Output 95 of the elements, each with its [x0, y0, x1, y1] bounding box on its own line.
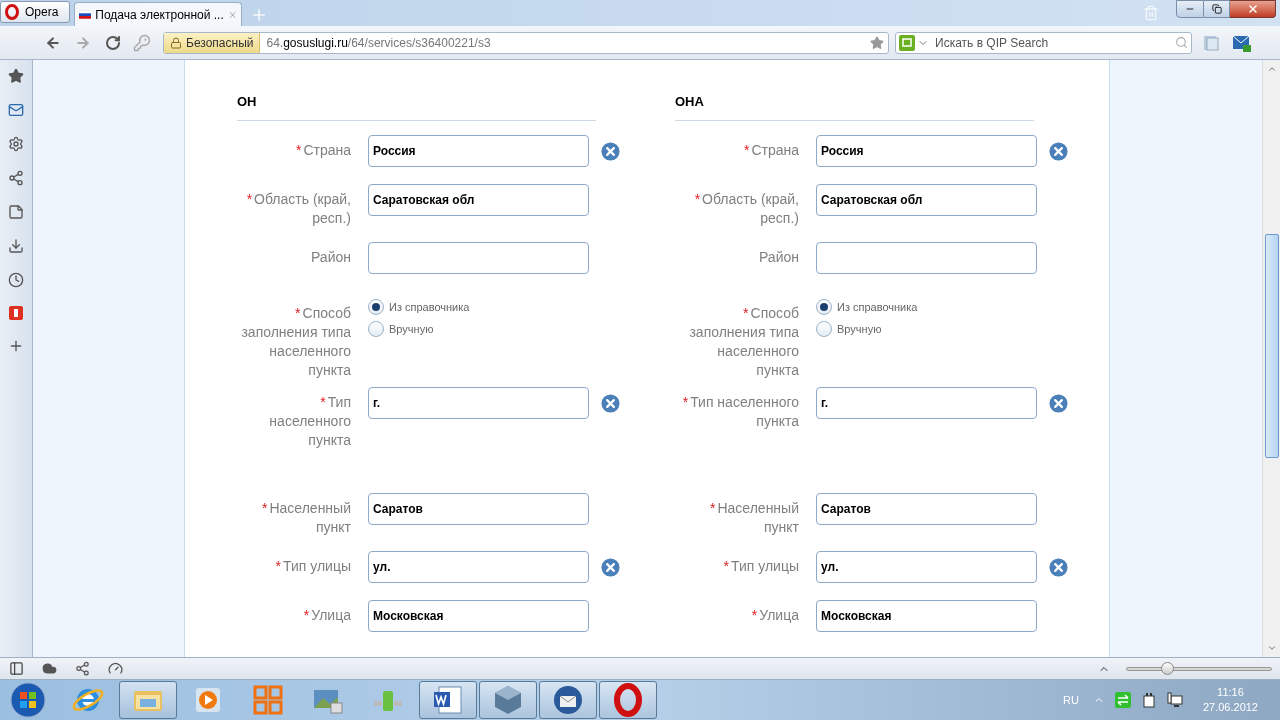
- input-field[interactable]: Россия: [368, 134, 589, 167]
- download-icon[interactable]: [8, 238, 24, 254]
- note-icon[interactable]: [8, 204, 24, 220]
- input-field[interactable]: Саратов: [368, 492, 589, 525]
- field-label: Район: [759, 247, 799, 267]
- input-field[interactable]: [816, 241, 1037, 274]
- input-field[interactable]: ул.: [368, 550, 589, 583]
- back-icon[interactable]: [45, 34, 61, 51]
- panel-toggle-icon[interactable]: [9, 661, 24, 676]
- clear-icon[interactable]: [601, 557, 620, 577]
- bookmark-star-icon[interactable]: [870, 35, 884, 50]
- input-field[interactable]: Саратовская обл: [368, 183, 589, 216]
- reload-icon[interactable]: [105, 34, 121, 51]
- clear-icon[interactable]: [1049, 557, 1068, 577]
- history-icon[interactable]: [8, 272, 24, 288]
- search-field[interactable]: Искать в QIP Search: [895, 31, 1192, 54]
- document-icon: [431, 683, 465, 717]
- network-icon[interactable]: [1114, 692, 1131, 708]
- close-button[interactable]: [1230, 0, 1276, 18]
- share-icon[interactable]: [75, 661, 90, 676]
- clear-icon[interactable]: [1049, 393, 1068, 413]
- add-icon[interactable]: [8, 338, 24, 354]
- clear-icon[interactable]: [601, 393, 620, 413]
- start-button[interactable]: [8, 681, 48, 719]
- gauge-icon[interactable]: [108, 661, 123, 676]
- mail-icon[interactable]: [8, 102, 24, 118]
- field-label: *Страна: [743, 140, 799, 160]
- flag-icon: [79, 9, 92, 20]
- office-icon: [251, 683, 285, 717]
- field-label: *Населенный пункт: [261, 498, 351, 537]
- field-label: *Населенный пункт: [709, 498, 799, 537]
- close-icon: [1246, 3, 1259, 15]
- field-label: *Область (край, респ.): [693, 189, 799, 228]
- input-field[interactable]: Московская: [368, 599, 589, 632]
- opera-icon: [611, 683, 645, 717]
- field-label: *Улица: [751, 605, 799, 625]
- mail-client-icon: [551, 683, 585, 717]
- browser-tab[interactable]: Подача электронной ...: [74, 2, 242, 26]
- input-field[interactable]: Московская: [816, 599, 1037, 632]
- search-engine-icon: [899, 34, 915, 51]
- radio-option[interactable]: Из справочника: [368, 298, 470, 315]
- field-label: *Область (край, респ.): [245, 189, 351, 228]
- column-heading: ОНА: [675, 92, 1034, 121]
- field-label: *Способ заполнения типа населенного пункта: [688, 303, 799, 380]
- field-label: *Тип улицы: [723, 556, 799, 576]
- cloud-icon[interactable]: [42, 661, 57, 676]
- clock-date: 27.06.2012: [1202, 700, 1258, 715]
- slider-thumb[interactable]: [1160, 661, 1174, 675]
- zoom-slider[interactable]: [1126, 661, 1272, 676]
- square-icon[interactable]: [9, 306, 23, 320]
- tab-title: Подача электронной ...: [95, 6, 224, 24]
- power-icon[interactable]: [1140, 692, 1157, 708]
- forward-icon[interactable]: [75, 34, 91, 51]
- restore-icon: [1211, 4, 1222, 14]
- bookmark-icon[interactable]: [8, 68, 24, 84]
- monitor-icon[interactable]: [1166, 692, 1183, 708]
- taskbar-app[interactable]: [539, 681, 597, 719]
- column-heading: ОН: [237, 92, 596, 121]
- field-label: *Улица: [303, 605, 351, 625]
- share-icon[interactable]: [8, 170, 24, 186]
- taskbar-app[interactable]: [599, 681, 657, 719]
- clear-icon[interactable]: [1049, 141, 1068, 161]
- address-field[interactable]: Безопасный 64.gosuslugi.ru/64/services/s36400221/s3: [163, 31, 889, 54]
- restore-button[interactable]: [1204, 0, 1230, 18]
- input-field[interactable]: г.: [816, 386, 1037, 419]
- clock-time: 11:16: [1217, 685, 1244, 700]
- field-label: *Тип улицы: [275, 556, 351, 576]
- radio-option[interactable]: Вручную: [368, 321, 470, 338]
- input-field[interactable]: [368, 241, 589, 274]
- radio-option[interactable]: Из справочника: [816, 298, 918, 315]
- field-label: *Тип населенного пункта: [681, 392, 799, 431]
- input-field[interactable]: Россия: [816, 134, 1037, 167]
- field-label: *Тип населенного пункта: [268, 392, 351, 450]
- menu-button[interactable]: Opera: [0, 1, 70, 23]
- scroll-up-icon[interactable]: [1266, 64, 1277, 74]
- field-label: *Страна: [295, 140, 351, 160]
- input-field[interactable]: Саратов: [816, 492, 1037, 525]
- key-icon[interactable]: [133, 33, 151, 52]
- scroll-down-icon[interactable]: [1266, 643, 1277, 653]
- url-text: 64.gosuslugi.ru/64/services/s36400221/s3: [266, 34, 491, 52]
- settings-icon[interactable]: [8, 136, 24, 152]
- security-badge[interactable]: Безопасный: [164, 32, 261, 53]
- field-label: *Способ заполнения типа населенного пункта: [240, 303, 351, 380]
- input-field[interactable]: г.: [368, 386, 589, 419]
- search-placeholder: Искать в QIP Search: [935, 34, 1049, 52]
- input-field[interactable]: ул.: [816, 550, 1037, 583]
- search-icon[interactable]: [1175, 36, 1188, 49]
- taskbar-app[interactable]: [119, 681, 177, 719]
- taskbar-app[interactable]: [479, 681, 537, 719]
- input-field[interactable]: Саратовская обл: [816, 183, 1037, 216]
- clear-icon[interactable]: [601, 141, 620, 161]
- taskbar-app[interactable]: [419, 681, 477, 719]
- scrollbar[interactable]: [1262, 60, 1280, 657]
- radio-option[interactable]: Вручную: [816, 321, 918, 338]
- field-label: Район: [311, 247, 351, 267]
